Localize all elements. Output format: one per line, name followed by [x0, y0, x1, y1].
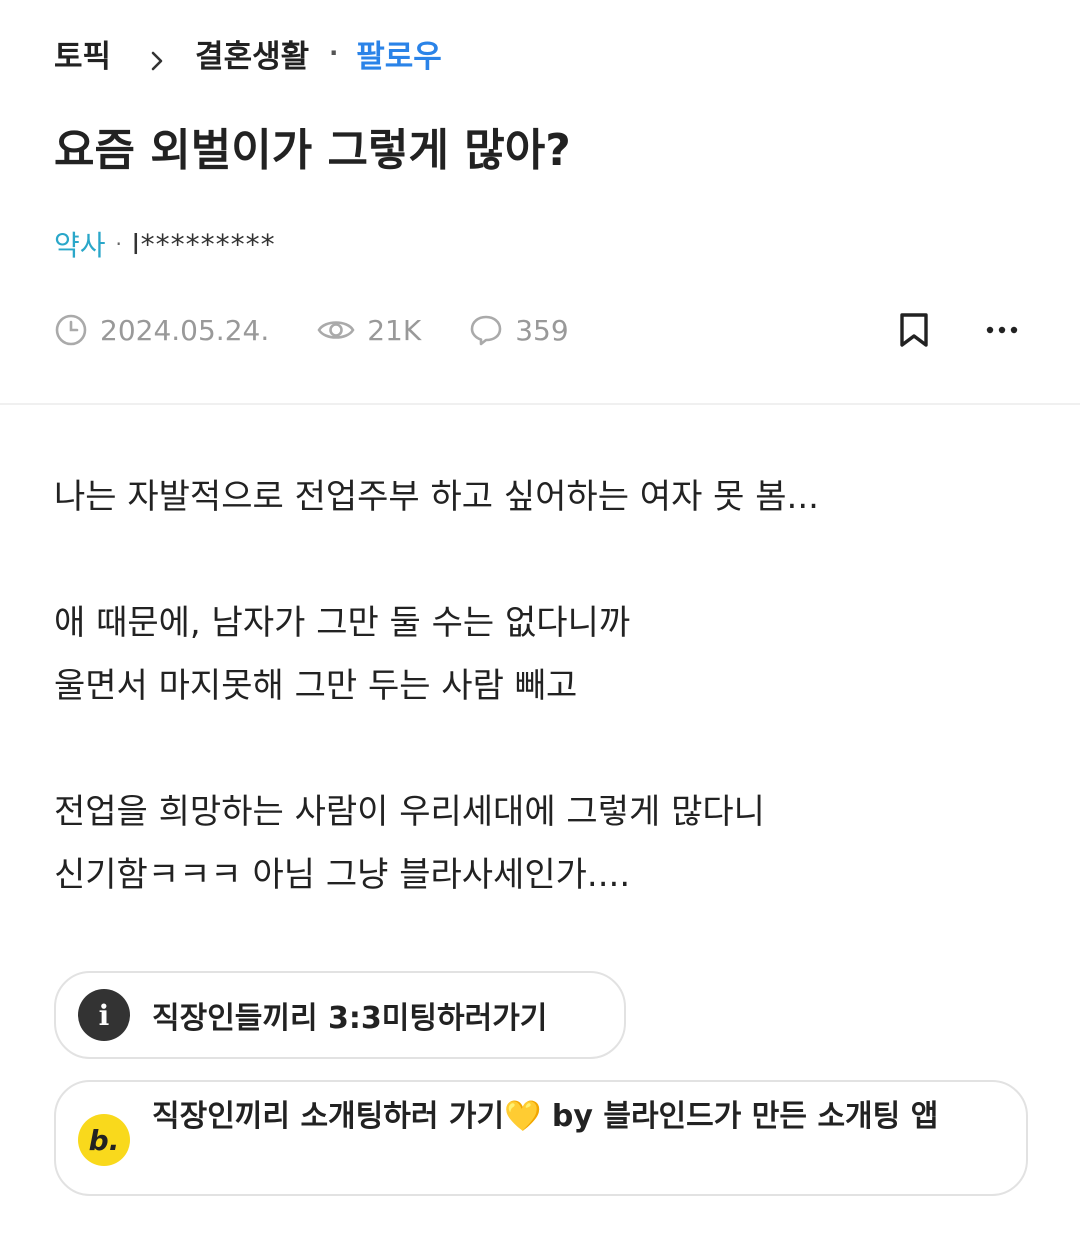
post-date: 2024.05.24. — [54, 313, 269, 347]
post-line: 나는 자발적으로 전업주부 하고 싶어하는 여자 못 봄... — [54, 477, 819, 517]
breadcrumb-separator: · — [329, 39, 339, 67]
post-line: 전업을 희망하는 사람이 우리세대에 그렇게 많다니 — [54, 792, 765, 832]
more-button[interactable] — [978, 306, 1026, 354]
promo-blind-dating-text: 직장인끼리 소개팅하러 가기💛 by 블라인드가 만든 소개팅 앱 — [152, 1099, 939, 1134]
bookmark-icon — [900, 313, 928, 347]
author-nickname: l********* — [131, 227, 276, 261]
post-comments[interactable]: 359 — [469, 313, 569, 347]
bookmark-button[interactable] — [890, 306, 938, 354]
post-line: 애 때문에, 남자가 그만 둘 수는 없다니까 — [54, 603, 631, 643]
divider — [0, 403, 1080, 405]
promo-blind-dating-link[interactable]: b. 직장인끼리 소개팅하러 가기💛 by 블라인드가 만든 소개팅 앱 — [54, 1080, 1028, 1196]
author-company[interactable]: 약사 — [54, 224, 106, 264]
post-body: 나는 자발적으로 전업주부 하고 싶어하는 여자 못 봄... 애 때문에, 남… — [54, 466, 1026, 907]
post-author: 약사 · l********* — [54, 222, 276, 266]
post-views: 21K — [317, 314, 421, 347]
breadcrumb-category[interactable]: 결혼생활 — [195, 31, 309, 76]
post-paragraph: 전업을 희망하는 사람이 우리세대에 그렇게 많다니 신기함ㅋㅋㅋ 아님 그냥 … — [54, 781, 1026, 907]
blind-b-logo-icon: b. — [78, 1114, 130, 1166]
info-icon: i — [78, 989, 130, 1041]
promo-meeting-text: 직장인들끼리 3:3미팅하러가기 — [152, 1001, 548, 1036]
breadcrumb: 토픽 결혼생활 · 팔로우 — [54, 30, 442, 76]
post-date-text: 2024.05.24. — [100, 313, 270, 347]
breadcrumb-root[interactable]: 토픽 — [54, 31, 111, 76]
post-meta: 2024.05.24. 21K 359 — [54, 306, 1026, 354]
more-icon — [986, 326, 1018, 334]
chevron-right-icon — [147, 43, 167, 71]
author-separator: · — [115, 232, 122, 256]
comment-icon — [470, 315, 502, 346]
clock-icon — [55, 314, 87, 346]
post-line: 울면서 마지못해 그만 두는 사람 빼고 — [54, 666, 578, 706]
post-views-count: 21K — [367, 313, 422, 347]
post-paragraph: 애 때문에, 남자가 그만 둘 수는 없다니까 울면서 마지못해 그만 두는 사… — [54, 592, 1026, 718]
promo-meeting-link[interactable]: i 직장인들끼리 3:3미팅하러가기 — [54, 971, 626, 1059]
post-line: 신기함ㅋㅋㅋ 아님 그냥 블라사세인가.... — [54, 855, 631, 895]
eye-icon — [317, 321, 355, 339]
post-title: 요즘 외벌이가 그렇게 많아? — [54, 125, 571, 176]
post-paragraph: 나는 자발적으로 전업주부 하고 싶어하는 여자 못 봄... — [54, 466, 1026, 529]
post-comments-count: 359 — [515, 313, 569, 347]
follow-button[interactable]: 팔로우 — [356, 31, 442, 76]
post-actions — [890, 306, 1026, 354]
